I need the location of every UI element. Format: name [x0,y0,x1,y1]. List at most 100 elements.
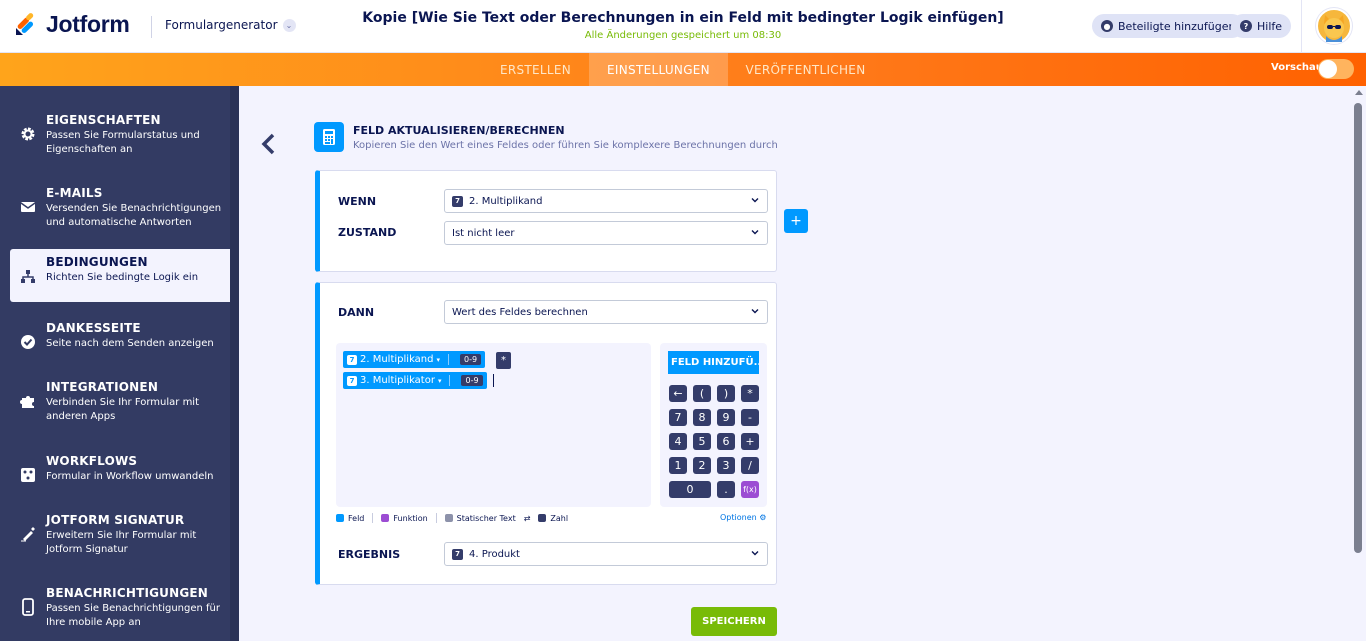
settings-sidebar: EIGENSCHAFTEN Passen Sie Formularstatus … [0,86,239,641]
sidebar-item-signatur[interactable]: JOTFORM SIGNATUR Erweitern Sie Ihr Formu… [10,507,230,560]
key-multiply[interactable]: * [741,385,759,402]
help-button[interactable]: ? Hilfe [1231,14,1292,38]
sidebar-item-title: E-MAILS [46,186,103,200]
sidebar-item-title: EIGENSCHAFTEN [46,113,161,127]
key-function[interactable]: f(x) [741,481,759,498]
sidebar-item-title: BENACHRICHTIGUNGEN [46,586,209,600]
formula-legend: Feld Funktion Statischer Text ⇄ Zahl [336,513,568,523]
legend-divider [435,513,437,523]
chevron-down-icon [751,551,759,556]
builder-dropdown[interactable]: Formulargenerator ⌄ [165,18,296,32]
user-icon: ● [1101,20,1113,32]
legend-swatch [538,514,547,522]
save-button[interactable]: SPEICHERN [691,607,777,636]
question-icon: ? [1240,20,1252,32]
form-title[interactable]: Kopie [Wie Sie Text oder Berechnungen in… [330,10,1036,26]
options-link[interactable]: Optionen ⚙ [720,513,766,522]
gear-icon [20,126,36,142]
gear-icon: ⚙ [759,513,767,522]
key-6[interactable]: 6 [717,433,735,450]
chip-label: 3. Multiplikator [360,375,435,386]
then-value: Wert des Feldes berechnen [452,306,588,318]
saved-status: Alle Änderungen gespeichert um 08:30 [584,30,782,41]
sidebar-item-emails[interactable]: E-MAILS Versenden Sie Benachrichtigungen… [10,180,230,233]
legend-divider [372,513,374,523]
top-bar: Jotform Formulargenerator ⌄ Kopie [Wie S… [0,0,1366,53]
formula-editor[interactable]: 7 2. Multiplikand ▾ 0-9 * 7 3. Multiplik… [336,343,651,507]
chip-divider [448,354,450,365]
result-select[interactable]: 7 4. Produkt [444,542,768,566]
back-button[interactable] [258,132,278,156]
add-condition-button[interactable]: + [784,209,808,233]
then-select[interactable]: Wert des Feldes berechnen [444,300,768,324]
legend-number: Zahl [550,513,569,523]
legend-swatch [444,514,453,522]
key-divide[interactable]: / [741,457,759,474]
legend-function: Funktion [393,513,428,523]
workflow-icon [20,467,36,483]
sidebar-item-dankesseite[interactable]: DANKESSEITE Seite nach dem Senden anzeig… [10,315,230,368]
add-field-button[interactable]: FELD HINZUFÜ... [668,351,759,374]
swap-icon[interactable]: ⇄ [524,514,531,523]
tab-einstellungen[interactable]: EINSTELLUNGEN [589,53,728,86]
help-label: Hilfe [1257,19,1283,33]
avatar[interactable] [1316,8,1352,44]
sidebar-item-eigenschaften[interactable]: EIGENSCHAFTEN Passen Sie Formularstatus … [10,107,230,160]
divider [151,16,152,38]
key-decimal[interactable]: . [717,481,735,498]
state-select[interactable]: Ist nicht leer [444,221,768,245]
tab-erstellen[interactable]: ERSTELLEN [482,53,589,86]
jotform-logo[interactable]: Jotform [14,11,130,38]
sidebar-scrollbar[interactable] [230,86,239,641]
key-4[interactable]: 4 [669,433,687,450]
key-plus[interactable]: + [741,433,759,450]
field-number-badge: 7 [452,195,463,207]
key-5[interactable]: 5 [693,433,711,450]
envelope-icon [20,199,36,215]
calculator-pad: FELD HINZUFÜ... ← ( ) * 7 8 9 - 4 5 6 + … [660,343,767,507]
key-backspace[interactable]: ← [669,385,687,402]
scroll-up-icon[interactable] [1355,90,1363,95]
toggle-knob [1319,60,1337,78]
main-scrollbar[interactable] [1352,86,1366,641]
formula-field-chip[interactable]: 7 2. Multiplikand ▾ 0-9 [343,351,486,368]
key-close-paren[interactable]: ) [717,385,735,402]
builder-label: Formulargenerator [165,18,278,32]
formula-operator[interactable]: * [496,352,511,369]
if-field-select[interactable]: 7 2. Multiplikand [444,189,768,213]
key-open-paren[interactable]: ( [693,385,711,402]
result-value: 4. Produkt [469,548,520,560]
key-3[interactable]: 3 [717,457,735,474]
sidebar-item-workflows[interactable]: WORKFLOWS Formular in Workflow umwandeln [10,448,230,501]
legend-swatch [381,514,390,522]
field-number-badge: 7 [347,375,357,386]
key-minus[interactable]: - [741,409,759,426]
key-2[interactable]: 2 [693,457,711,474]
key-9[interactable]: 9 [717,409,735,426]
sidebar-item-integrationen[interactable]: INTEGRATIONEN Verbinden Sie Ihr Formular… [10,374,230,427]
sidebar-item-desc: Versenden Sie Benachrichtigungen und aut… [46,203,222,228]
tab-veroeffentlichen[interactable]: VERÖFFENTLICHEN [728,53,883,86]
add-participants-button[interactable]: ● Beteiligte hinzufügen [1092,14,1245,38]
field-number-badge: 7 [347,354,357,365]
key-8[interactable]: 8 [693,409,711,426]
chip-label: 2. Multiplikand [360,354,434,365]
scrollbar-thumb[interactable] [1354,103,1362,553]
sidebar-item-desc: Erweitern Sie Ihr Formular mit Jotform S… [46,530,197,555]
if-label: WENN [338,195,377,208]
formula-field-chip[interactable]: 7 3. Multiplikator ▾ 0-9 [343,372,487,389]
sidebar-item-bedingungen[interactable]: BEDINGUNGEN Richten Sie bedingte Logik e… [10,249,230,302]
legend-field: Feld [348,513,365,523]
sidebar-item-benachrichtigungen[interactable]: BENACHRICHTIGUNGEN Passen Sie Benachrich… [10,580,230,633]
key-1[interactable]: 1 [669,457,687,474]
caret-down-icon: ▾ [436,355,441,364]
if-field-value: 2. Multiplikand [469,195,543,207]
key-0[interactable]: 0 [669,481,711,498]
sidebar-item-title: DANKESSEITE [46,321,141,335]
key-7[interactable]: 7 [669,409,687,426]
sidebar-item-desc: Passen Sie Benachrichtigungen für Ihre m… [46,603,221,628]
preview-toggle[interactable] [1318,59,1354,79]
legend-swatch [336,514,344,522]
caret-down-icon: ▾ [437,376,442,385]
chip-range: 0-9 [461,375,483,386]
